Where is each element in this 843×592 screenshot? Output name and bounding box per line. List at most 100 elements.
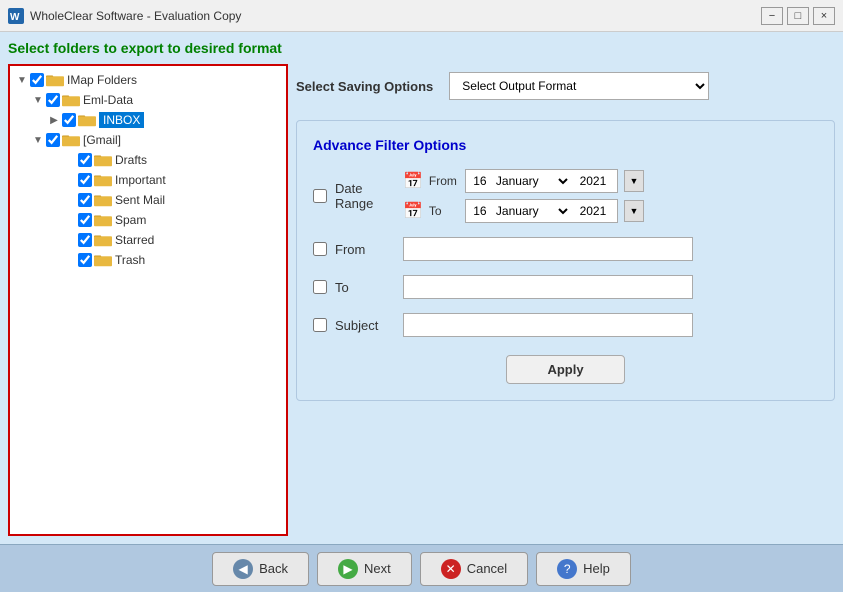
checkbox-imap[interactable]: [30, 73, 44, 87]
filter-title: Advance Filter Options: [313, 137, 818, 153]
cancel-button[interactable]: ✕ Cancel: [420, 552, 528, 586]
calendar-from-icon: 📅: [403, 171, 423, 191]
label-gmail: [Gmail]: [83, 133, 121, 147]
checkbox-subject[interactable]: [313, 318, 327, 332]
output-format-select[interactable]: Select Output Format: [449, 72, 709, 100]
folder-icon-sentmail: [94, 193, 112, 207]
tree-item-gmail[interactable]: ▼ [Gmail]: [14, 130, 282, 150]
date-group: 📅 From JanuaryFebruaryMarch AprilMayJune…: [403, 169, 644, 223]
page-title: Select folders to export to desired form…: [8, 40, 835, 56]
date-range-row: Date Range 📅 From JanuaryFebruaryMarch A…: [313, 169, 818, 223]
from-year-input[interactable]: [573, 174, 613, 188]
expander-inbox[interactable]: ▶: [46, 112, 62, 128]
expander-gmail[interactable]: ▼: [30, 132, 46, 148]
checkbox-sentmail[interactable]: [78, 193, 92, 207]
minimize-button[interactable]: −: [761, 7, 783, 25]
date-range-label: Date Range: [335, 181, 395, 211]
saving-options-label: Select Saving Options: [296, 79, 433, 94]
from-date-dropdown-btn[interactable]: ▼: [624, 170, 644, 192]
folder-icon-imap: [46, 73, 64, 87]
checkbox-inbox[interactable]: [62, 113, 76, 127]
checkbox-date-range[interactable]: [313, 189, 327, 203]
from-text-input[interactable]: [403, 237, 693, 261]
app-icon: W: [8, 8, 24, 24]
label-inbox: INBOX: [99, 112, 144, 128]
to-text-input[interactable]: [403, 275, 693, 299]
next-label: Next: [364, 561, 391, 576]
from-date-input[interactable]: JanuaryFebruaryMarch AprilMayJune JulyAu…: [465, 169, 618, 193]
checkbox-starred[interactable]: [78, 233, 92, 247]
back-button[interactable]: ◀ Back: [212, 552, 309, 586]
tree-item-drafts[interactable]: ▶ Drafts: [14, 150, 282, 170]
checkbox-drafts[interactable]: [78, 153, 92, 167]
apply-button[interactable]: Apply: [506, 355, 624, 384]
right-panel: Select Saving Options Select Output Form…: [296, 64, 835, 536]
label-trash: Trash: [115, 253, 145, 267]
expander-emldata[interactable]: ▼: [30, 92, 46, 108]
tree-item-sentmail[interactable]: ▶ Sent Mail: [14, 190, 282, 210]
content-row: ▼ IMap Folders ▼ Eml-Data: [8, 64, 835, 536]
from-month-select[interactable]: JanuaryFebruaryMarch AprilMayJune JulyAu…: [492, 173, 571, 189]
subject-label: Subject: [335, 318, 395, 333]
checkbox-to[interactable]: [313, 280, 327, 294]
bottom-bar: ◀ Back ▶ Next ✕ Cancel ? Help: [0, 544, 843, 592]
label-important: Important: [115, 173, 166, 187]
from-date-row: 📅 From JanuaryFebruaryMarch AprilMayJune…: [403, 169, 644, 193]
folder-icon-spam: [94, 213, 112, 227]
to-date-input[interactable]: JanuaryFebruaryMarch AprilMayJune JulyAu…: [465, 199, 618, 223]
tree-item-trash[interactable]: ▶ Trash: [14, 250, 282, 270]
checkbox-important[interactable]: [78, 173, 92, 187]
tree-item-important[interactable]: ▶ Important: [14, 170, 282, 190]
to-label: To: [429, 204, 459, 218]
folder-icon-emldata: [62, 93, 80, 107]
next-icon: ▶: [338, 559, 358, 579]
next-button[interactable]: ▶ Next: [317, 552, 412, 586]
cancel-label: Cancel: [467, 561, 507, 576]
to-year-input[interactable]: [573, 204, 613, 218]
window-title: WholeClear Software - Evaluation Copy: [30, 9, 761, 23]
calendar-to-icon: 📅: [403, 201, 423, 221]
folder-icon-starred: [94, 233, 112, 247]
to-date-row: 📅 To JanuaryFebruaryMarch AprilMayJune J…: [403, 199, 644, 223]
tree-item-emldata[interactable]: ▼ Eml-Data: [14, 90, 282, 110]
maximize-button[interactable]: □: [787, 7, 809, 25]
label-starred: Starred: [115, 233, 154, 247]
label-spam: Spam: [115, 213, 146, 227]
saving-options-row: Select Saving Options Select Output Form…: [296, 64, 835, 108]
help-button[interactable]: ? Help: [536, 552, 631, 586]
checkbox-from[interactable]: [313, 242, 327, 256]
tree-item-imap[interactable]: ▼ IMap Folders: [14, 70, 282, 90]
folder-icon-inbox: [78, 113, 96, 127]
apply-row: Apply: [313, 351, 818, 384]
help-icon: ?: [557, 559, 577, 579]
title-bar: W WholeClear Software - Evaluation Copy …: [0, 0, 843, 32]
close-button[interactable]: ×: [813, 7, 835, 25]
checkbox-gmail[interactable]: [46, 133, 60, 147]
checkbox-trash[interactable]: [78, 253, 92, 267]
to-row: To: [313, 275, 818, 299]
expander-imap[interactable]: ▼: [14, 72, 30, 88]
help-label: Help: [583, 561, 610, 576]
label-drafts: Drafts: [115, 153, 147, 167]
to-month-select[interactable]: JanuaryFebruaryMarch AprilMayJune JulyAu…: [492, 203, 571, 219]
folder-icon-drafts: [94, 153, 112, 167]
label-sentmail: Sent Mail: [115, 193, 165, 207]
from-label: From: [429, 174, 459, 188]
tree-item-spam[interactable]: ▶ Spam: [14, 210, 282, 230]
cancel-icon: ✕: [441, 559, 461, 579]
label-emldata: Eml-Data: [83, 93, 133, 107]
to-filter-label: To: [335, 280, 395, 295]
from-day-input[interactable]: [470, 174, 490, 188]
from-filter-label: From: [335, 242, 395, 257]
to-day-input[interactable]: [470, 204, 490, 218]
subject-row: Subject: [313, 313, 818, 337]
checkbox-spam[interactable]: [78, 213, 92, 227]
svg-text:W: W: [10, 12, 20, 23]
to-date-dropdown-btn[interactable]: ▼: [624, 200, 644, 222]
checkbox-emldata[interactable]: [46, 93, 60, 107]
from-row: From: [313, 237, 818, 261]
back-label: Back: [259, 561, 288, 576]
tree-item-inbox[interactable]: ▶ INBOX: [14, 110, 282, 130]
tree-item-starred[interactable]: ▶ Starred: [14, 230, 282, 250]
subject-text-input[interactable]: [403, 313, 693, 337]
